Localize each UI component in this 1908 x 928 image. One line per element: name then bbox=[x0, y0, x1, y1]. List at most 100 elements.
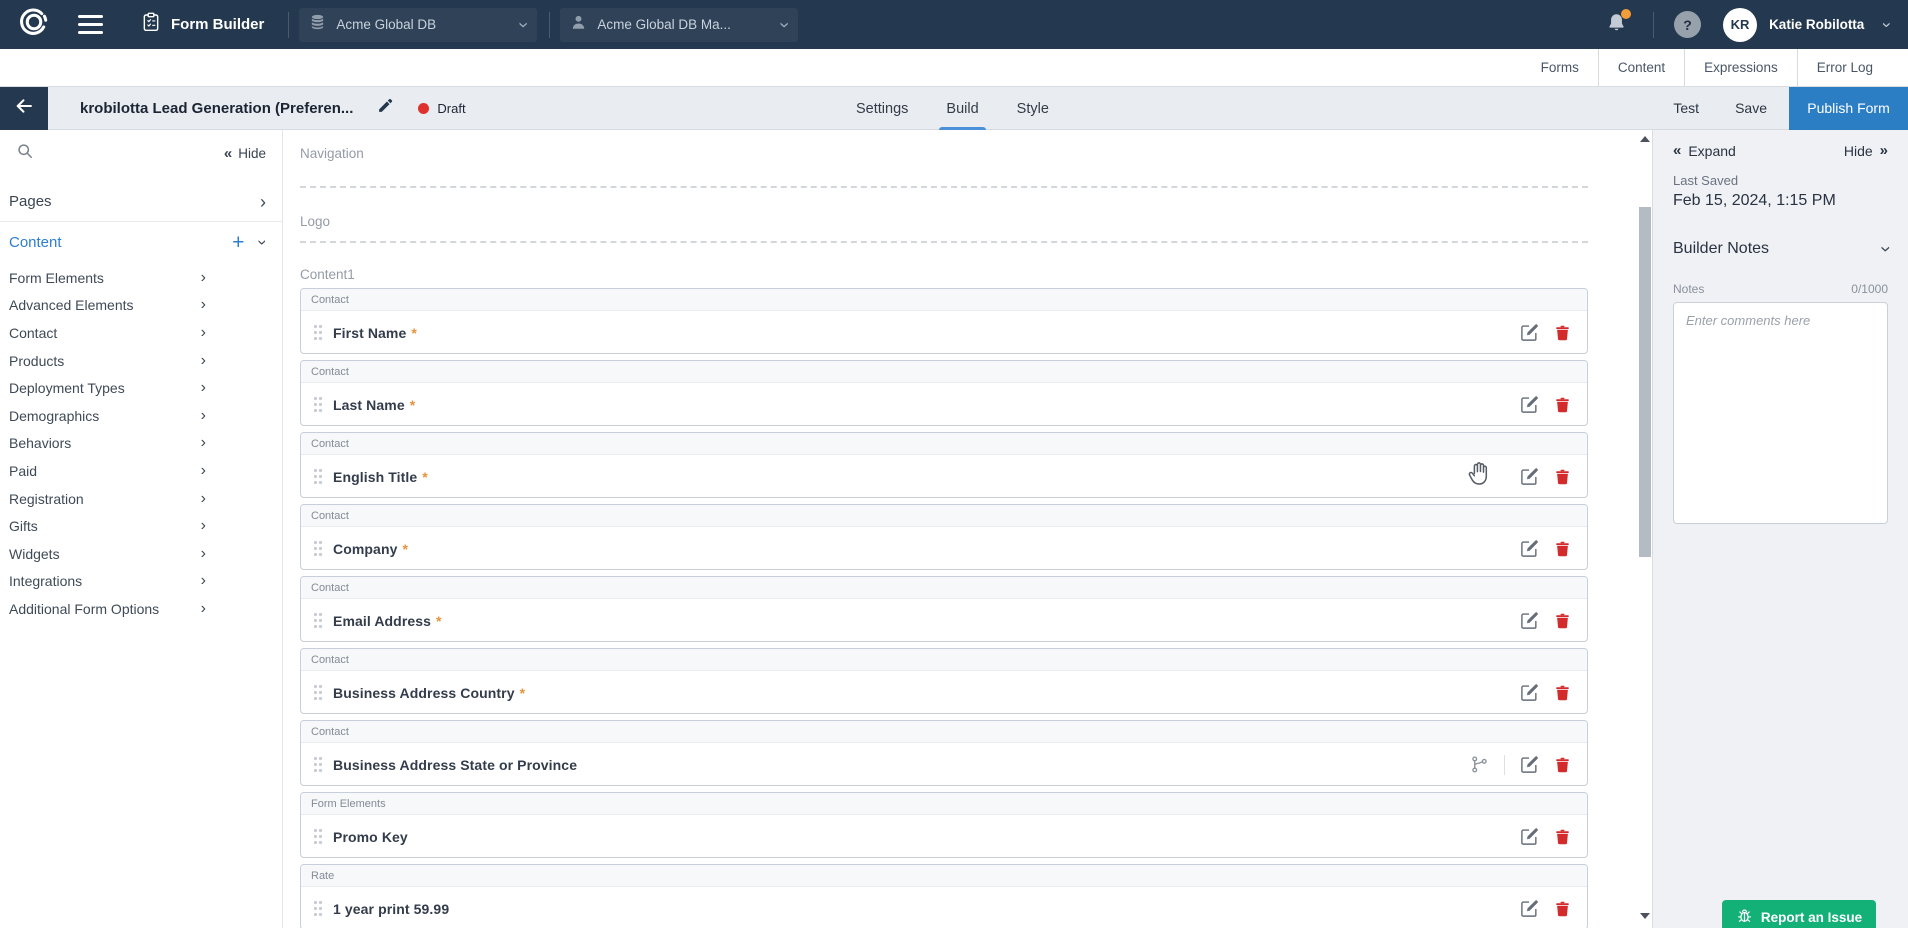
delete-field-button[interactable] bbox=[1554, 828, 1571, 846]
scrollbar-thumb[interactable] bbox=[1639, 207, 1651, 557]
search-icon[interactable] bbox=[16, 142, 34, 165]
user-initials: KR bbox=[1731, 17, 1750, 32]
hamburger-menu-icon[interactable] bbox=[72, 9, 109, 40]
edit-field-button[interactable] bbox=[1520, 395, 1539, 414]
last-saved-value: Feb 15, 2024, 1:15 PM bbox=[1673, 192, 1888, 210]
field-category: Contact bbox=[301, 577, 1587, 599]
delete-field-button[interactable] bbox=[1554, 540, 1571, 558]
brand-logo[interactable] bbox=[12, 4, 56, 45]
scroll-down-arrow[interactable] bbox=[1640, 913, 1650, 919]
delete-field-button[interactable] bbox=[1554, 684, 1571, 702]
report-issue-button[interactable]: Report an Issue bbox=[1722, 900, 1876, 928]
canvas-scrollbar[interactable] bbox=[1637, 130, 1652, 928]
drag-handle-icon[interactable] bbox=[313, 324, 323, 341]
app-title-group: Form Builder bbox=[141, 11, 264, 38]
publish-form-button[interactable]: Publish Form bbox=[1789, 87, 1908, 130]
field-card-email-address[interactable]: ContactEmail Address* bbox=[300, 576, 1588, 642]
field-card-business-address-state-or-province[interactable]: ContactBusiness Address State or Provinc… bbox=[300, 720, 1588, 786]
branch-logic-button[interactable] bbox=[1470, 755, 1489, 774]
edit-field-button[interactable] bbox=[1520, 539, 1539, 558]
section-label-logo: Logo bbox=[300, 214, 1588, 229]
notes-textarea[interactable] bbox=[1673, 302, 1888, 524]
back-button[interactable] bbox=[0, 87, 48, 130]
sidebar-item-pages[interactable]: Pages › bbox=[0, 182, 282, 222]
delete-field-button[interactable] bbox=[1554, 324, 1571, 342]
tab-style[interactable]: Style bbox=[1017, 87, 1049, 130]
notifications-button[interactable] bbox=[1602, 7, 1631, 43]
drag-handle-icon[interactable] bbox=[313, 900, 323, 917]
profile-dropdown[interactable]: Acme Global DB Ma... › bbox=[560, 8, 798, 42]
add-content-button[interactable]: + bbox=[232, 232, 244, 253]
drag-handle-icon[interactable] bbox=[313, 612, 323, 629]
sidebar-item-behaviors[interactable]: Behaviors› bbox=[0, 430, 282, 458]
drag-handle-icon[interactable] bbox=[313, 396, 323, 413]
sidebar-item-content[interactable]: Content + › bbox=[0, 222, 282, 262]
delete-field-button[interactable] bbox=[1554, 468, 1571, 486]
delete-field-button[interactable] bbox=[1554, 396, 1571, 414]
menubar-link-content[interactable]: Content bbox=[1599, 49, 1684, 86]
required-asterisk: * bbox=[436, 613, 441, 629]
chevron-down-icon[interactable]: › bbox=[1877, 22, 1897, 28]
edit-title-button[interactable] bbox=[377, 97, 394, 119]
edit-field-button[interactable] bbox=[1520, 827, 1539, 846]
tab-build[interactable]: Build bbox=[946, 87, 978, 130]
help-button[interactable]: ? bbox=[1674, 11, 1701, 38]
sidebar-item-paid[interactable]: Paid› bbox=[0, 457, 282, 485]
field-category: Contact bbox=[301, 361, 1587, 383]
scroll-up-arrow[interactable] bbox=[1640, 136, 1650, 142]
edit-field-button[interactable] bbox=[1520, 611, 1539, 630]
edit-field-button[interactable] bbox=[1520, 683, 1539, 702]
tab-settings[interactable]: Settings bbox=[856, 87, 908, 130]
drag-handle-icon[interactable] bbox=[313, 756, 323, 773]
sidebar-item-label: Deployment Types bbox=[9, 380, 125, 396]
nav-divider bbox=[549, 12, 550, 38]
sidebar-item-widgets[interactable]: Widgets› bbox=[0, 540, 282, 568]
menubar-link-expressions[interactable]: Expressions bbox=[1685, 49, 1797, 86]
sidebar-item-advanced-elements[interactable]: Advanced Elements› bbox=[0, 292, 282, 320]
field-card-last-name[interactable]: ContactLast Name* bbox=[300, 360, 1588, 426]
sidebar-item-demographics[interactable]: Demographics› bbox=[0, 402, 282, 430]
drag-handle-icon[interactable] bbox=[313, 828, 323, 845]
sidebar-item-integrations[interactable]: Integrations› bbox=[0, 568, 282, 596]
field-card-promo-key[interactable]: Form ElementsPromo Key bbox=[300, 792, 1588, 858]
sidebar-hide-button[interactable]: « Hide bbox=[224, 145, 266, 162]
chevron-right-icon: › bbox=[201, 546, 206, 562]
hide-panel-button[interactable]: Hide » bbox=[1844, 142, 1888, 159]
edit-field-button[interactable] bbox=[1520, 899, 1539, 918]
delete-field-button[interactable] bbox=[1554, 612, 1571, 630]
field-card-business-address-country[interactable]: ContactBusiness Address Country* bbox=[300, 648, 1588, 714]
field-card-1-year-print-59-99[interactable]: Rate1 year print 59.99 bbox=[300, 864, 1588, 928]
builder-notes-header[interactable]: Builder Notes › bbox=[1673, 238, 1888, 260]
sidebar-item-deployment-types[interactable]: Deployment Types› bbox=[0, 374, 282, 402]
sidebar-item-products[interactable]: Products› bbox=[0, 347, 282, 375]
edit-field-button[interactable] bbox=[1520, 755, 1539, 774]
expand-panel-button[interactable]: « Expand bbox=[1673, 142, 1736, 159]
field-card-english-title[interactable]: ContactEnglish Title* bbox=[300, 432, 1588, 498]
drag-handle-icon[interactable] bbox=[313, 684, 323, 701]
elements-sidebar: « Hide Pages › Content + › Form Elements… bbox=[0, 130, 283, 928]
menubar-link-forms[interactable]: Forms bbox=[1522, 49, 1598, 86]
chevron-right-icon: › bbox=[201, 325, 206, 341]
drag-handle-icon[interactable] bbox=[313, 468, 323, 485]
edit-field-button[interactable] bbox=[1520, 323, 1539, 342]
sidebar-item-contact[interactable]: Contact› bbox=[0, 319, 282, 347]
sidebar-item-additional-form-options[interactable]: Additional Form Options› bbox=[0, 595, 282, 623]
field-card-first-name[interactable]: ContactFirst Name* bbox=[300, 288, 1588, 354]
test-button[interactable]: Test bbox=[1673, 100, 1699, 116]
menubar-link-error-log[interactable]: Error Log bbox=[1798, 49, 1892, 86]
edit-field-button[interactable] bbox=[1520, 467, 1539, 486]
sidebar-category-list: Form Elements›Advanced Elements›Contact›… bbox=[0, 264, 282, 623]
chevron-down-icon[interactable]: › bbox=[255, 239, 272, 245]
sidebar-item-gifts[interactable]: Gifts› bbox=[0, 512, 282, 540]
chevron-down-icon[interactable]: › bbox=[1874, 246, 1896, 252]
save-button[interactable]: Save bbox=[1735, 100, 1767, 116]
drag-handle-icon[interactable] bbox=[313, 540, 323, 557]
delete-field-button[interactable] bbox=[1554, 900, 1571, 918]
delete-field-button[interactable] bbox=[1554, 756, 1571, 774]
sidebar-item-registration[interactable]: Registration› bbox=[0, 485, 282, 513]
chevron-right-icon: › bbox=[201, 601, 206, 617]
user-avatar[interactable]: KR bbox=[1723, 8, 1757, 42]
database-dropdown[interactable]: Acme Global DB › bbox=[299, 8, 537, 42]
field-card-company[interactable]: ContactCompany* bbox=[300, 504, 1588, 570]
sidebar-item-form-elements[interactable]: Form Elements› bbox=[0, 264, 282, 292]
